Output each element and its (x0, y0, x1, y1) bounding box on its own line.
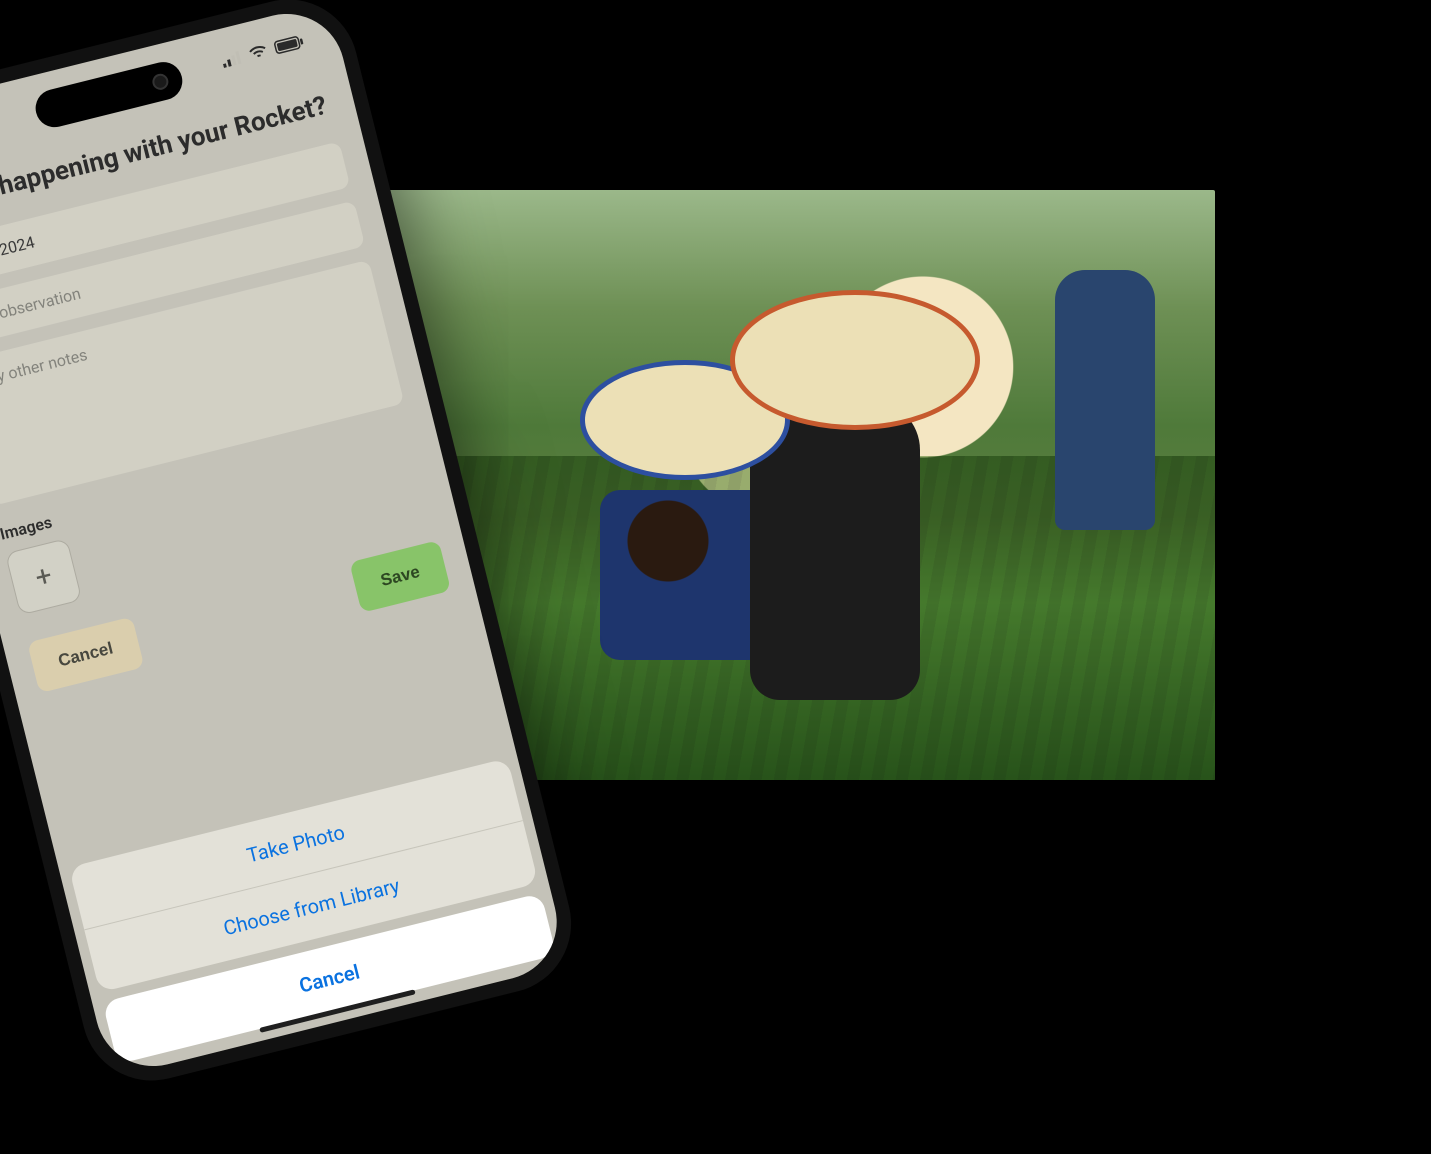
wifi-icon (247, 43, 270, 61)
battery-icon (273, 34, 305, 55)
cellular-signal-icon (221, 50, 244, 68)
